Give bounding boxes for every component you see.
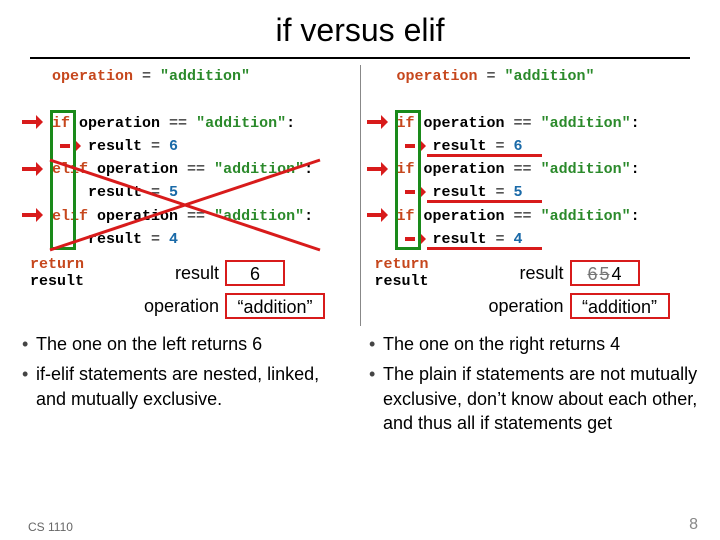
- left-vars: return result result 6 operation “additi…: [20, 251, 356, 326]
- code-token: =: [151, 184, 169, 201]
- code-token: "addition": [505, 68, 595, 85]
- code-token: =: [496, 184, 514, 201]
- code-token: ==: [514, 161, 541, 178]
- return-stmt: return result: [30, 256, 140, 290]
- code-token: :: [304, 208, 313, 225]
- struck-value: 5: [599, 264, 609, 284]
- var-label: operation: [130, 296, 225, 317]
- var-value-box: 6: [225, 260, 285, 286]
- code-columns: operation = "addition" if operation == "…: [0, 65, 720, 326]
- code-token: if: [397, 115, 415, 132]
- code-token: if: [397, 208, 415, 225]
- code-token: "addition": [196, 115, 286, 132]
- code-token: if: [52, 115, 70, 132]
- code-token: =: [133, 68, 160, 85]
- code-token: 4: [169, 231, 178, 248]
- right-column: operation = "addition" if operation == "…: [365, 65, 701, 326]
- code-token: ==: [169, 115, 196, 132]
- right-code-wrap: operation = "addition" if operation == "…: [365, 65, 701, 251]
- code-token: 4: [514, 231, 523, 248]
- bullet-columns: The one on the left returns 6 if-elif st…: [0, 326, 720, 441]
- code-token: "addition": [214, 161, 304, 178]
- var-value-box: “addition”: [570, 293, 670, 319]
- code-token: "addition": [541, 208, 631, 225]
- title-rule: [30, 57, 690, 59]
- code-token: operation: [415, 208, 514, 225]
- right-bullets: The one on the right returns 4 The plain…: [369, 332, 698, 441]
- code-token: result: [52, 231, 151, 248]
- right-vars: return result result 654 operation “addi…: [365, 251, 701, 326]
- code-token: result: [52, 184, 151, 201]
- code-token: ==: [187, 208, 214, 225]
- var-label: result: [140, 263, 225, 284]
- code-token: ==: [514, 115, 541, 132]
- code-token: operation: [70, 115, 169, 132]
- code-token: result: [397, 138, 496, 155]
- code-token: operation: [415, 115, 514, 132]
- code-token: return: [30, 256, 84, 273]
- left-code: operation = "addition" if operation == "…: [20, 65, 356, 251]
- var-row-result: return result result 654: [375, 256, 701, 290]
- code-token: operation: [88, 161, 187, 178]
- code-token: "addition": [160, 68, 250, 85]
- code-token: return: [375, 256, 429, 273]
- left-code-wrap: operation = "addition" if operation == "…: [20, 65, 356, 251]
- code-token: :: [304, 161, 313, 178]
- bullet-item: The one on the left returns 6: [22, 332, 351, 356]
- code-token: ==: [187, 161, 214, 178]
- var-row-result: return result result 6: [30, 256, 356, 290]
- left-column: operation = "addition" if operation == "…: [20, 65, 356, 326]
- code-token: =: [496, 231, 514, 248]
- code-token: result: [375, 273, 429, 290]
- code-token: "addition": [541, 161, 631, 178]
- code-token: "addition": [214, 208, 304, 225]
- var-label: result: [485, 263, 570, 284]
- code-token: :: [286, 115, 295, 132]
- var-row-operation: operation “addition”: [375, 293, 701, 319]
- code-token: 5: [169, 184, 178, 201]
- code-token: =: [496, 138, 514, 155]
- right-code: operation = "addition" if operation == "…: [365, 65, 701, 251]
- footer-page-number: 8: [689, 516, 698, 534]
- final-value: 4: [612, 264, 622, 284]
- footer-course: CS 1110: [28, 520, 73, 534]
- var-row-operation: operation “addition”: [30, 293, 356, 319]
- code-token: if: [397, 161, 415, 178]
- code-token: =: [151, 231, 169, 248]
- code-token: "addition": [541, 115, 631, 132]
- var-label: operation: [475, 296, 570, 317]
- struck-value: 6: [587, 264, 597, 284]
- code-token: =: [478, 68, 505, 85]
- code-token: operation: [52, 68, 133, 85]
- code-token: operation: [88, 208, 187, 225]
- column-divider: [360, 65, 361, 326]
- code-token: 6: [514, 138, 523, 155]
- bullet-item: The plain if statements are not mutually…: [369, 362, 698, 435]
- code-token: operation: [415, 161, 514, 178]
- code-token: result: [397, 231, 496, 248]
- code-token: :: [631, 208, 640, 225]
- code-token: result: [30, 273, 84, 290]
- code-token: ==: [514, 208, 541, 225]
- code-token: 6: [169, 138, 178, 155]
- return-stmt: return result: [375, 256, 485, 290]
- left-bullets: The one on the left returns 6 if-elif st…: [22, 332, 351, 441]
- code-token: elif: [52, 161, 88, 178]
- code-token: result: [397, 184, 496, 201]
- code-token: result: [52, 138, 151, 155]
- code-token: operation: [397, 68, 478, 85]
- slide-title: if versus elif: [0, 0, 720, 57]
- code-token: =: [151, 138, 169, 155]
- code-token: 5: [514, 184, 523, 201]
- var-value-box: “addition”: [225, 293, 325, 319]
- bullet-item: The one on the right returns 4: [369, 332, 698, 356]
- code-token: elif: [52, 208, 88, 225]
- code-token: :: [631, 161, 640, 178]
- bullet-item: if-elif statements are nested, linked, a…: [22, 362, 351, 411]
- var-value-box: 654: [570, 260, 640, 286]
- code-token: :: [631, 115, 640, 132]
